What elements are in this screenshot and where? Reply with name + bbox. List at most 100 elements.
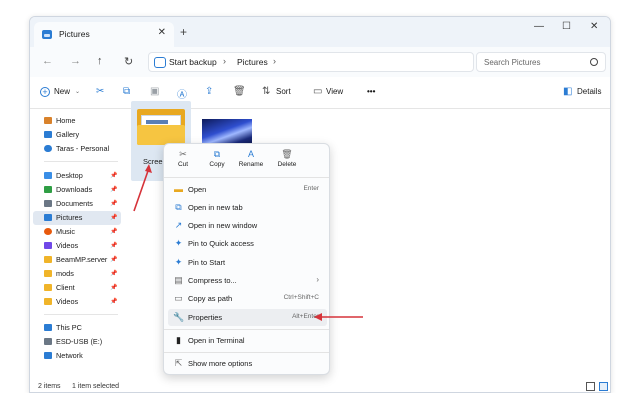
maximize-button[interactable]: ☐ (562, 21, 571, 32)
sidebar-item-client[interactable]: Client (44, 283, 75, 295)
minimize-button[interactable]: — (534, 21, 544, 32)
menu-divider (164, 352, 329, 353)
pin-icon: ✦ (174, 238, 183, 248)
menu-item-show-more-options[interactable]: ⇱ Show more options (168, 355, 327, 372)
view-button[interactable]: View (326, 87, 343, 96)
breadcrumb-chevron-icon[interactable]: › (223, 56, 226, 66)
sidebar-item-this-pc[interactable]: This PC (44, 323, 82, 335)
sidebar-item-gallery[interactable]: Gallery (44, 130, 79, 142)
folder-icon (44, 298, 52, 305)
sidebar-item-desktop[interactable]: Desktop (44, 171, 83, 183)
copy-icon[interactable]: ⧉ (123, 86, 130, 97)
network-icon (44, 352, 52, 359)
sidebar-item-videos-folder[interactable]: Videos (44, 297, 78, 309)
search-input[interactable]: Search Pictures (484, 58, 540, 67)
command-bar: + New ⌄ ✂ ⧉ ▣ Ⓐ ⇪ 🗑 ⇅ Sort ▭ View ••• ◧ … (30, 77, 610, 109)
rename-label: Rename (238, 161, 264, 168)
title-bar: Pictures ✕ + — ☐ ✕ (30, 17, 610, 47)
pictures-folder-icon (42, 30, 52, 39)
navigation-bar: ← → ↑ ↻ Start backup › Pictures › Search… (30, 47, 610, 77)
details-view-button[interactable] (586, 382, 595, 391)
pin-icon: 📌 (110, 299, 118, 305)
terminal-icon: ▮ (176, 335, 181, 345)
divider (44, 161, 118, 162)
new-tab-button[interactable]: + (180, 25, 187, 39)
view-icon: ▭ (313, 86, 323, 97)
copy-action[interactable]: ⧉ Copy (200, 148, 234, 176)
tab-pictures[interactable]: Pictures ✕ (34, 22, 174, 47)
rename-icon[interactable]: Ⓐ (177, 86, 187, 101)
more-options-button[interactable]: ••• (367, 87, 375, 96)
sort-button[interactable]: Sort (276, 87, 291, 96)
sidebar-item-music[interactable]: Music (44, 227, 75, 239)
pin-icon: 📌 (110, 257, 118, 263)
sidebar-item-onedrive[interactable]: Taras - Personal (44, 144, 109, 156)
sidebar-item-beammp-server[interactable]: BeamMP.server (44, 255, 107, 267)
share-icon[interactable]: ⇪ (205, 86, 213, 97)
close-button[interactable]: ✕ (590, 21, 598, 32)
delete-action[interactable]: 🗑 Delete (270, 148, 304, 176)
pin-icon: 📌 (110, 285, 118, 291)
usb-drive-icon (44, 338, 52, 345)
cut-action[interactable]: ✂ Cut (166, 148, 200, 176)
address-bar[interactable]: Start backup › Pictures › (148, 52, 474, 72)
new-tab-icon: ⧉ (175, 202, 182, 212)
folder-front (137, 125, 185, 145)
pin-icon: 📌 (110, 187, 118, 193)
documents-icon (44, 200, 52, 207)
pictures-icon (44, 214, 52, 221)
cloud-icon (44, 145, 52, 152)
menu-item-open-new-window[interactable]: ↗ Open in new window (168, 217, 327, 234)
details-pane-icon: ◧ (563, 86, 573, 97)
menu-item-properties[interactable]: 🔧 Properties Alt+Enter (168, 309, 327, 326)
sidebar-item-mods[interactable]: mods (44, 269, 74, 281)
menu-item-copy-path[interactable]: ▭ Copy as path Ctrl+Shift+C (168, 290, 327, 307)
search-box[interactable]: Search Pictures (476, 52, 606, 72)
sidebar-item-videos[interactable]: Videos (44, 241, 78, 253)
cut-icon[interactable]: ✂ (96, 86, 104, 97)
cut-label: Cut (177, 161, 189, 168)
shortcut: Enter (303, 185, 319, 192)
refresh-button[interactable]: ↻ (124, 55, 133, 68)
forward-button[interactable]: → (70, 55, 81, 67)
sidebar-item-pictures[interactable]: Pictures (33, 211, 121, 225)
desktop-icon (44, 172, 52, 179)
cut-icon: ✂ (179, 149, 187, 159)
new-window-icon: ↗ (174, 220, 183, 230)
back-button[interactable]: ← (42, 55, 53, 67)
delete-label: Delete (277, 161, 297, 168)
home-icon (44, 117, 52, 124)
menu-item-compress[interactable]: ▤ Compress to... › (168, 272, 327, 289)
sidebar-item-documents[interactable]: Documents (44, 199, 93, 211)
up-button[interactable]: ↑ (97, 55, 103, 67)
menu-item-pin-start[interactable]: ✦ Pin to Start (168, 254, 327, 271)
delete-icon[interactable]: 🗑 (233, 86, 246, 97)
shortcut: Ctrl+Shift+C (283, 294, 319, 301)
sidebar-item-home[interactable]: Home (44, 116, 75, 128)
breadcrumb-start-backup[interactable]: Start backup (169, 57, 217, 67)
menu-divider (164, 329, 329, 330)
close-tab-icon[interactable]: ✕ (158, 27, 166, 38)
sidebar-item-usb-drive[interactable]: ESD-USB (E:) (44, 337, 102, 349)
sidebar-item-downloads[interactable]: Downloads (44, 185, 92, 197)
sidebar-item-network[interactable]: Network (44, 351, 83, 363)
pin-icon: 📌 (110, 173, 118, 179)
details-button[interactable]: Details (577, 87, 601, 96)
menu-item-open-terminal[interactable]: ▮ Open in Terminal (168, 332, 327, 349)
breadcrumb-chevron-icon[interactable]: › (273, 56, 276, 66)
rename-action[interactable]: A Rename (234, 148, 268, 176)
wrench-icon: 🔧 (173, 312, 185, 322)
breadcrumb-pictures[interactable]: Pictures (237, 57, 268, 67)
pin-icon: 📌 (110, 201, 118, 207)
new-button[interactable]: New (54, 87, 70, 96)
menu-item-open-new-tab[interactable]: ⧉ Open in new tab (168, 199, 327, 216)
menu-item-open[interactable]: ▬ Open Enter (168, 181, 327, 198)
menu-item-pin-quick-access[interactable]: ✦ Pin to Quick access (168, 235, 327, 252)
tiles-view-button[interactable] (599, 382, 608, 391)
pin-icon: 📌 (110, 215, 118, 221)
paste-icon[interactable]: ▣ (150, 86, 159, 97)
folder-icon (44, 256, 52, 263)
copy-path-icon: ▭ (174, 293, 183, 303)
videos-icon (44, 242, 52, 249)
download-icon (44, 186, 52, 193)
